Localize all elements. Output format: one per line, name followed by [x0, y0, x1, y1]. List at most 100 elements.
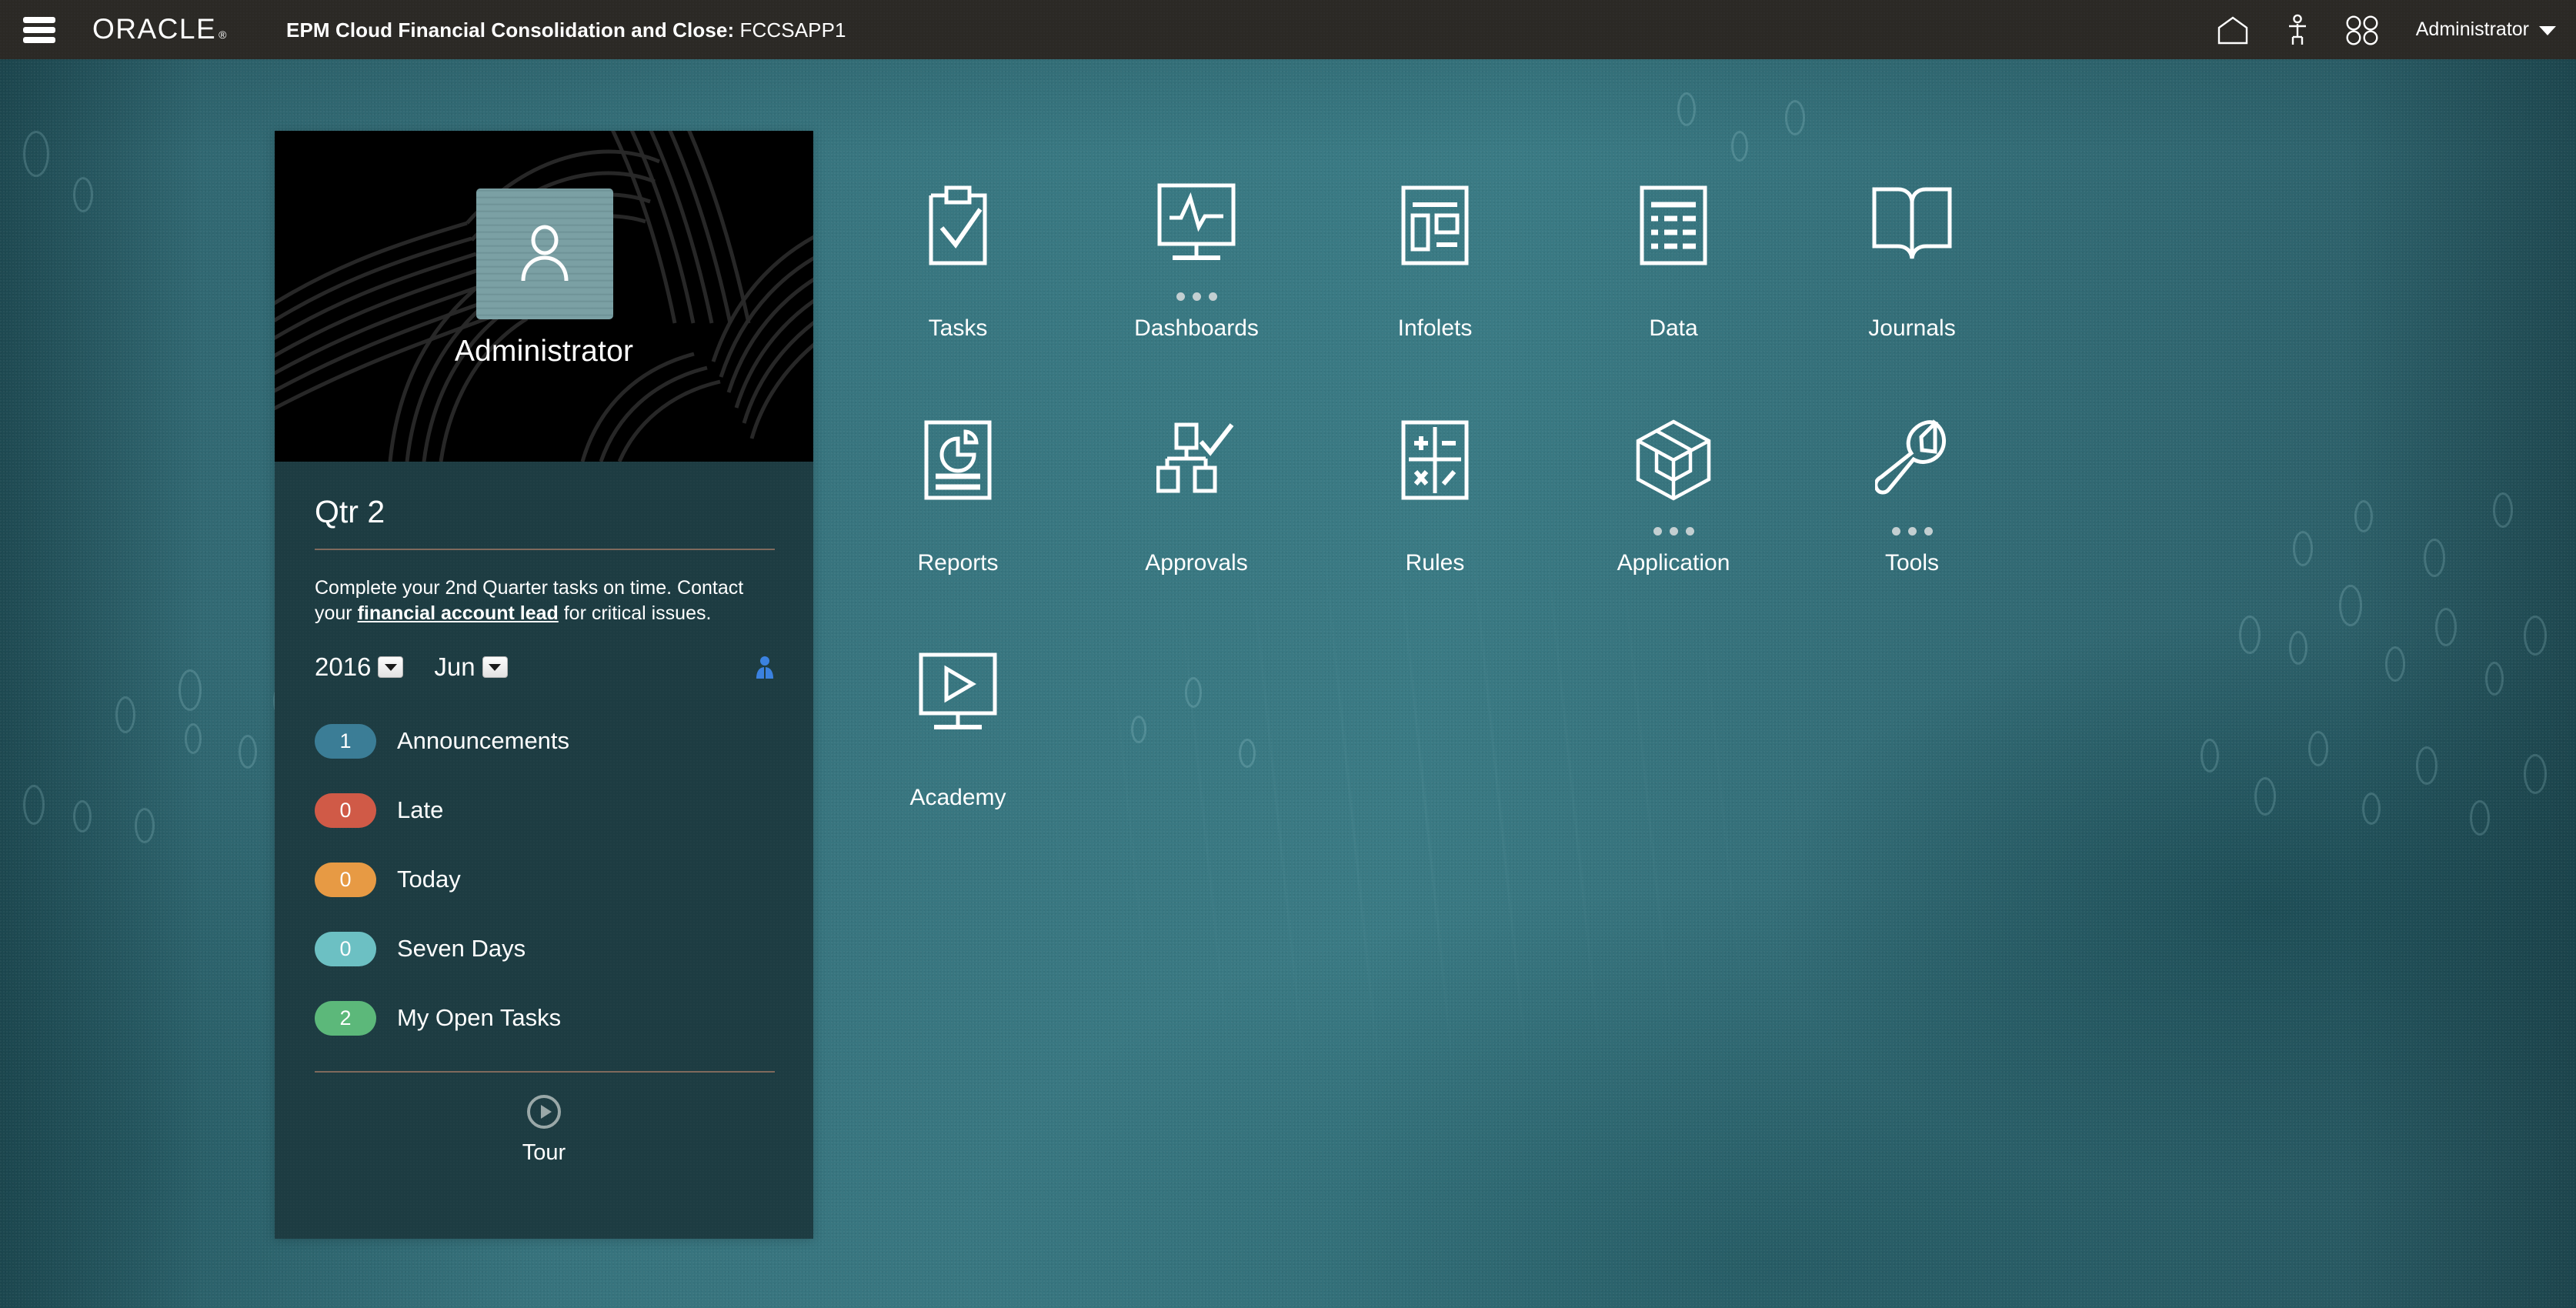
top-navigation-bar: ORACLE ® EPM Cloud Financial Consolidati… — [0, 0, 2576, 59]
chevron-down-icon — [2539, 26, 2556, 35]
year-select-value: 2016 — [315, 652, 372, 681]
status-label: Seven Days — [397, 935, 526, 962]
hamburger-menu-icon[interactable] — [23, 17, 55, 43]
person-filter-icon[interactable] — [755, 656, 775, 679]
topbar-actions: Administrator — [2201, 0, 2556, 59]
grid-tile-academy[interactable]: Academy — [839, 637, 1077, 872]
dot — [1176, 292, 1185, 301]
tile-overflow-dots-icon[interactable] — [1653, 521, 1694, 541]
clipboard-check-icon — [929, 185, 987, 265]
approvals-orgchart-check-icon — [1156, 422, 1234, 493]
welcome-card-body: Qtr 2 Complete your 2nd Quarter tasks on… — [275, 462, 813, 1239]
application-cube-icon — [1636, 419, 1711, 501]
rules-calculator-icon — [1401, 420, 1469, 500]
tile-label: Rules — [1405, 550, 1465, 576]
announcement-suffix: for critical issues. — [558, 602, 712, 624]
dot — [1907, 526, 1917, 536]
grid-tile-tasks[interactable]: Tasks — [839, 168, 1077, 402]
tools-wrench-icon — [1875, 419, 1946, 495]
infolets-layout-icon — [1401, 185, 1469, 265]
chevron-down-icon[interactable] — [482, 656, 508, 678]
user-menu[interactable]: Administrator — [2416, 18, 2556, 41]
home-icon[interactable] — [2201, 0, 2265, 59]
grid-tile-dashboards[interactable]: Dashboards — [1077, 168, 1316, 402]
status-row[interactable]: 0 Today — [315, 845, 775, 914]
tile-label: Reports — [917, 550, 999, 576]
grid-tile-rules[interactable]: Rules — [1316, 402, 1554, 637]
dot — [1208, 292, 1217, 301]
status-label: Announcements — [397, 727, 570, 754]
tile-label: Tasks — [928, 315, 988, 341]
status-badge: 1 — [315, 723, 376, 759]
user-avatar-icon — [521, 225, 569, 282]
year-select[interactable]: 2016 — [315, 652, 404, 682]
status-badge: 0 — [315, 931, 376, 966]
tile-label: Academy — [909, 785, 1006, 810]
oracle-trademark: ® — [219, 28, 227, 41]
tour-button[interactable]: Tour — [275, 1094, 813, 1166]
tile-label: Approvals — [1145, 550, 1248, 576]
period-selector-row: 2016 Jun — [315, 650, 775, 684]
tile-label: Journals — [1868, 315, 1956, 341]
month-select[interactable]: Jun — [434, 652, 508, 682]
status-badge: 0 — [315, 862, 376, 897]
grid-tile-journals[interactable]: Journals — [1793, 168, 2031, 402]
data-document-icon — [1640, 185, 1707, 265]
status-row[interactable]: 0 Late — [315, 776, 775, 845]
open-book-icon — [1872, 187, 1952, 259]
hamburger-bar — [23, 37, 55, 43]
status-row[interactable]: 2 My Open Tasks — [315, 983, 775, 1053]
status-badge: 2 — [315, 1000, 376, 1036]
quarter-title: Qtr 2 — [315, 494, 385, 529]
grid-tile-application[interactable]: Application — [1554, 402, 1793, 637]
dot — [1891, 526, 1900, 536]
tile-icon-wrapper — [922, 168, 994, 283]
grid-tile-data[interactable]: Data — [1554, 168, 1793, 402]
tile-icon-wrapper — [1870, 168, 1954, 283]
tile-icon-wrapper — [1156, 168, 1237, 283]
dashboard-monitor-icon — [1157, 183, 1236, 260]
application-title: EPM Cloud Financial Consolidation and Cl… — [286, 18, 846, 42]
status-badge: 0 — [315, 792, 376, 828]
report-piechart-icon — [924, 420, 992, 500]
welcome-card-avatar-panel: Administrator — [275, 131, 813, 462]
dot — [1653, 526, 1662, 536]
hamburger-bar — [23, 27, 55, 33]
tile-icon-wrapper — [1638, 168, 1709, 283]
avatar — [476, 189, 613, 319]
grid-tile-infolets[interactable]: Infolets — [1316, 168, 1554, 402]
status-row[interactable]: 1 Announcements — [315, 706, 775, 776]
hamburger-bar — [23, 17, 55, 23]
dot — [1685, 526, 1694, 536]
play-circle-icon — [527, 1095, 561, 1129]
application-title-bold: EPM Cloud Financial Consolidation and Cl… — [286, 18, 735, 42]
tile-label: Infolets — [1397, 315, 1473, 341]
dot — [1669, 526, 1678, 536]
tile-icon-wrapper — [1875, 402, 1949, 518]
chevron-down-icon[interactable] — [378, 656, 404, 678]
status-label: Late — [397, 796, 444, 823]
grid-tile-approvals[interactable]: Approvals — [1077, 402, 1316, 637]
financial-account-lead-link[interactable]: financial account lead — [358, 602, 559, 624]
dot — [1924, 526, 1933, 536]
tile-icon-wrapper — [1633, 402, 1713, 518]
tile-label: Tools — [1884, 550, 1940, 576]
tile-icon-wrapper — [1400, 402, 1470, 518]
grid-tile-tools[interactable]: Tools — [1793, 402, 2031, 637]
tile-overflow-dots-icon[interactable] — [1891, 521, 1933, 541]
oracle-logo[interactable]: ORACLE ® — [92, 13, 227, 45]
user-menu-label: Administrator — [2415, 18, 2529, 40]
tile-overflow-dots-icon[interactable] — [1176, 286, 1217, 306]
navigator-icon[interactable] — [2330, 0, 2394, 59]
tour-label: Tour — [522, 1140, 566, 1165]
status-row[interactable]: 0 Seven Days — [315, 914, 775, 983]
avatar-name: Administrator — [454, 335, 634, 368]
tile-label: Dashboards — [1134, 315, 1259, 341]
divider-bottom — [315, 1071, 775, 1073]
dot — [1192, 292, 1201, 301]
tile-label: Application — [1617, 550, 1730, 576]
grid-tile-reports[interactable]: Reports — [839, 402, 1077, 637]
accessibility-icon[interactable] — [2265, 0, 2330, 59]
academy-play-monitor-icon — [919, 652, 997, 729]
oracle-wordmark: ORACLE — [92, 13, 217, 45]
